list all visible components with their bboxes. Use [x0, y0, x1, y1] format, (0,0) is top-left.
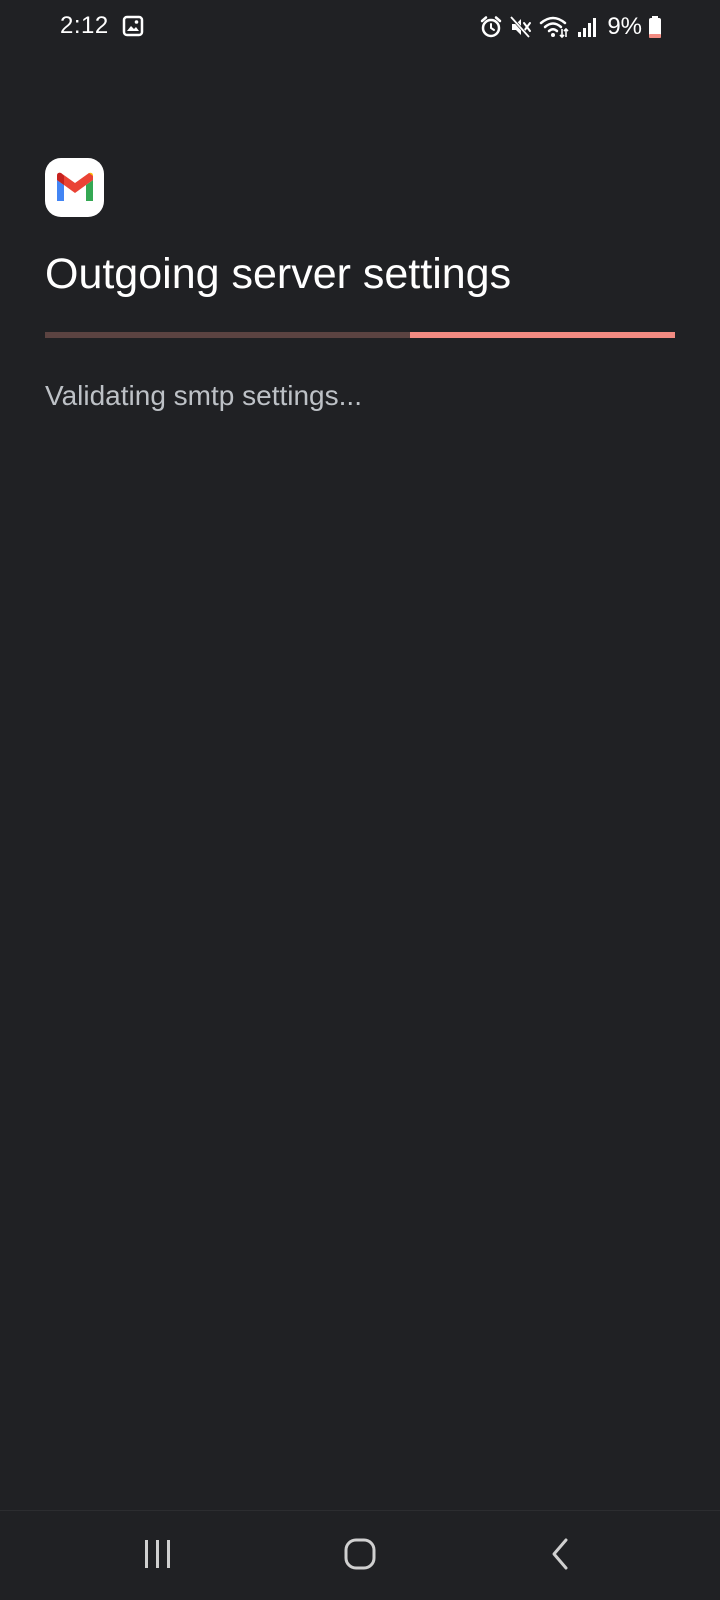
- progress-indicator: [410, 332, 675, 338]
- status-bar: 2:12 9%: [0, 0, 720, 52]
- progress-bar: [45, 332, 675, 338]
- alarm-icon: [479, 15, 503, 39]
- battery-percent: 9%: [607, 13, 642, 40]
- status-icons: 9%: [479, 12, 662, 42]
- home-button[interactable]: [330, 1531, 390, 1581]
- recents-button[interactable]: [128, 1531, 188, 1581]
- battery-icon: [648, 15, 662, 39]
- wifi-icon: [539, 15, 569, 39]
- back-icon: [549, 1537, 573, 1576]
- mute-icon: [509, 15, 533, 39]
- gmail-logo-icon: [45, 158, 104, 217]
- recents-icon: [141, 1538, 175, 1575]
- image-notification-icon: [122, 15, 144, 37]
- page-title: Outgoing server settings: [45, 250, 512, 298]
- status-message: Validating smtp settings...: [45, 380, 362, 411]
- home-icon: [343, 1537, 377, 1576]
- navigation-bar: [0, 1510, 720, 1600]
- back-button[interactable]: [531, 1531, 591, 1581]
- status-time: 2:12: [60, 12, 109, 39]
- screen: 2:12 9% Outgoing server settings Validat…: [0, 0, 720, 1600]
- signal-icon: [575, 15, 599, 39]
